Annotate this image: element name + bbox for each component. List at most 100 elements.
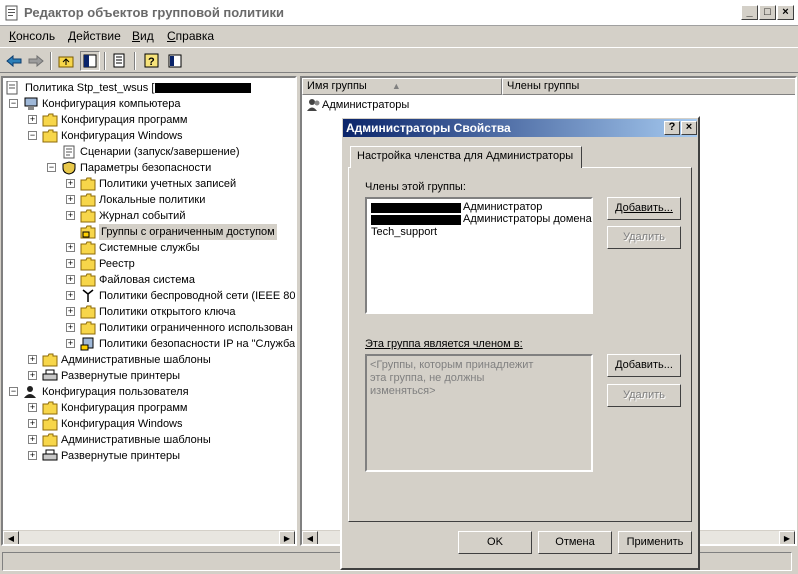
tree-label: Реестр (99, 258, 135, 270)
ok-button[interactable]: OK (458, 531, 532, 554)
dialog-title: Администраторы Свойства (346, 121, 511, 135)
folder-icon (80, 321, 96, 335)
show-tree-icon[interactable] (80, 51, 100, 71)
menu-action[interactable]: Действие (68, 29, 121, 43)
antenna-icon (80, 289, 96, 303)
expand-icon[interactable]: + (66, 243, 75, 252)
tree-label: Сценарии (запуск/завершение) (80, 146, 240, 158)
tree-label: Локальные политики (99, 194, 206, 206)
dialog-close-button[interactable]: × (681, 121, 697, 135)
toolbar-separator (50, 52, 52, 70)
expand-icon[interactable]: + (28, 115, 37, 124)
dialog-title-bar: Администраторы Свойства (343, 119, 697, 137)
folder-icon (80, 241, 96, 255)
expand-icon[interactable]: + (66, 259, 75, 268)
expand-icon[interactable]: + (66, 323, 75, 332)
tree-label: Конфигурация Windows (61, 418, 183, 430)
title-bar: Редактор объектов групповой политики _ □… (0, 0, 798, 26)
column-header-members[interactable]: Члены группы (502, 78, 795, 95)
policy-icon (6, 81, 18, 95)
minimize-button[interactable]: _ (741, 5, 758, 20)
folder-icon (80, 209, 96, 223)
redaction (155, 83, 251, 93)
tab-membership[interactable]: Настройка членства для Администраторы (350, 146, 582, 168)
scroll-right-icon[interactable]: ▶ (779, 531, 795, 544)
forward-icon[interactable] (26, 51, 46, 71)
collapse-icon[interactable]: − (9, 387, 18, 396)
expand-icon[interactable]: + (66, 275, 75, 284)
maximize-button[interactable]: □ (759, 5, 776, 20)
export-list-icon[interactable] (110, 51, 130, 71)
console-icon[interactable] (165, 51, 185, 71)
expand-icon[interactable]: + (28, 403, 37, 412)
toolbar: ? (0, 47, 798, 73)
memberof-label: Эта группа является членом в: (365, 338, 523, 350)
column-header-group-name[interactable]: Имя группы ▲ (302, 78, 502, 95)
menu-help[interactable]: Справка (167, 29, 214, 43)
tree-label: Журнал событий (99, 210, 186, 222)
list-item-label: Администраторы (322, 99, 410, 111)
scroll-right-icon[interactable]: ▶ (279, 531, 295, 544)
menu-view[interactable]: Вид (132, 29, 154, 43)
back-icon[interactable] (4, 51, 24, 71)
apply-button[interactable]: Применить (618, 531, 692, 554)
members-listbox[interactable]: Администратор Администраторы домена Tech… (365, 197, 593, 314)
expand-icon[interactable]: + (28, 419, 37, 428)
menu-bar: Консоль Действие Вид Справка (0, 26, 798, 46)
expand-icon[interactable]: + (28, 371, 37, 380)
group-policy-icon (5, 5, 18, 21)
expand-icon[interactable]: + (28, 451, 37, 460)
group-icon (307, 99, 320, 111)
expand-icon[interactable]: + (66, 211, 75, 220)
computer-icon (23, 97, 39, 111)
tree-label: Параметры безопасности (80, 162, 212, 174)
expand-icon[interactable]: + (66, 307, 75, 316)
memberof-placeholder: <Группы, которым принадлежит эта группа,… (370, 359, 534, 397)
up-folder-icon[interactable] (56, 51, 76, 71)
tree-label: Конфигурация программ (61, 114, 188, 126)
collapse-icon[interactable]: − (9, 99, 18, 108)
tree-label: Файловая система (99, 274, 195, 286)
tree-label: Системные службы (99, 242, 200, 254)
expand-icon[interactable]: + (66, 195, 75, 204)
member-item[interactable]: Tech_support (371, 226, 437, 239)
tree-label: Конфигурация программ (61, 402, 188, 414)
folder-icon (42, 113, 58, 127)
printer-icon (42, 369, 58, 383)
tree-pane[interactable]: Политика Stp_test_wsus [ − Конфигурация к… (1, 76, 297, 546)
tree-hscrollbar[interactable]: ◀ ▶ (3, 530, 295, 544)
help-icon[interactable]: ? (142, 51, 162, 71)
expand-icon[interactable]: + (66, 339, 75, 348)
expand-icon[interactable]: + (66, 179, 75, 188)
sort-asc-icon: ▲ (391, 81, 401, 91)
help-button[interactable]: ? (664, 121, 680, 135)
collapse-icon[interactable]: − (47, 163, 56, 172)
expand-icon[interactable]: + (28, 435, 37, 444)
folder-icon (80, 257, 96, 271)
properties-dialog: Администраторы Свойства ? × Настройка чл… (340, 116, 700, 570)
cancel-button[interactable]: Отмена (538, 531, 612, 554)
tree-label: Развернутые принтеры (61, 450, 181, 462)
expand-icon[interactable]: + (66, 291, 75, 300)
folderlock-icon (80, 225, 96, 239)
tree-label: Конфигурация Windows (61, 130, 183, 142)
tree-label: Политика Stp_test_wsus [ (25, 82, 155, 94)
expand-icon[interactable]: + (28, 355, 37, 364)
folder-icon (42, 433, 58, 447)
toolbar-separator (134, 52, 136, 70)
tree-label: Политики открытого ключа (99, 306, 236, 318)
members-label: Члены этой группы: (365, 181, 466, 193)
memberof-listbox[interactable]: <Группы, которым принадлежит эта группа,… (365, 354, 593, 472)
scroll-left-icon[interactable]: ◀ (3, 531, 19, 544)
remove-member-button[interactable]: Удалить (607, 226, 681, 249)
collapse-icon[interactable]: − (28, 131, 37, 140)
add-member-button[interactable]: Добавить... (607, 197, 681, 220)
folder-icon (80, 273, 96, 287)
add-memberof-button[interactable]: Добавить... (607, 354, 681, 377)
tree-label: Конфигурация компьютера (42, 98, 181, 110)
close-button[interactable]: × (777, 5, 794, 20)
remove-memberof-button[interactable]: Удалить (607, 384, 681, 407)
scroll-left-icon[interactable]: ◀ (302, 531, 318, 544)
menu-console[interactable]: Консоль (9, 29, 55, 43)
toolbar-separator (104, 52, 106, 70)
